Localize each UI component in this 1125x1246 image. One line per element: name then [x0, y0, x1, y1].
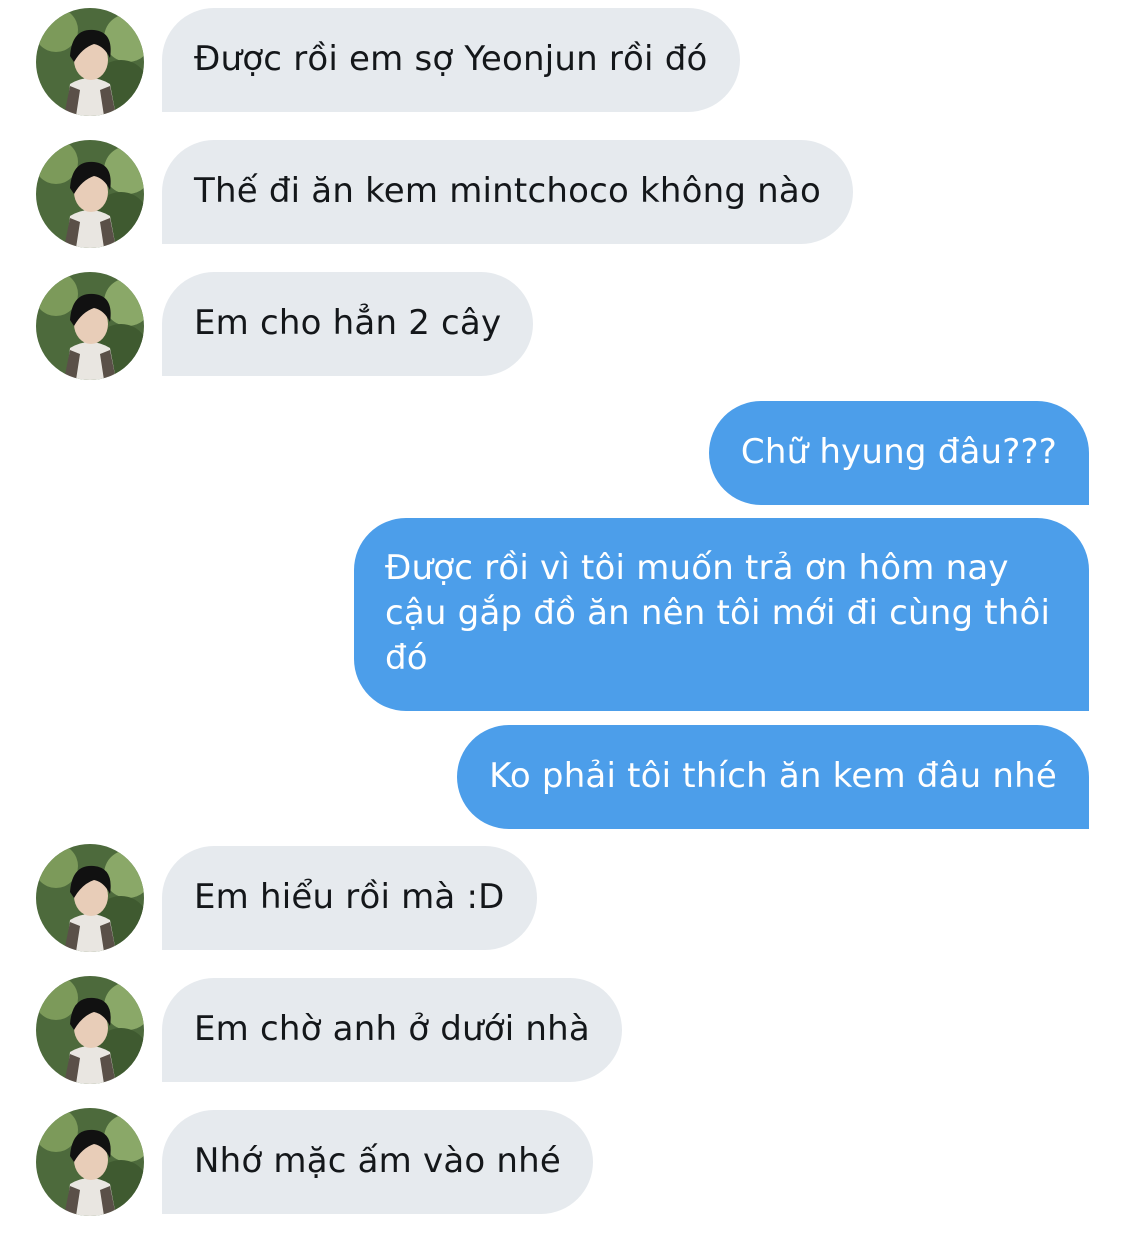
avatar-photo-icon — [36, 844, 144, 952]
contact-avatar[interactable] — [36, 140, 144, 248]
outgoing-message-bubble[interactable]: Chữ hyung đâu??? — [708, 401, 1089, 505]
contact-avatar[interactable] — [36, 1108, 144, 1216]
contact-avatar[interactable] — [36, 272, 144, 380]
incoming-message-bubble[interactable]: Em hiểu rồi mà :D — [162, 846, 537, 950]
outgoing-message-bubble[interactable]: Ko phải tôi thích ăn kem đâu nhé — [457, 725, 1089, 829]
incoming-message-bubble[interactable]: Thế đi ăn kem mintchoco không nào — [162, 140, 853, 244]
avatar-photo-icon — [36, 8, 144, 116]
contact-avatar[interactable] — [36, 844, 144, 952]
incoming-message-bubble[interactable]: Em cho hẳn 2 cây — [162, 272, 534, 376]
incoming-message-bubble[interactable]: Em chờ anh ở dưới nhà — [162, 978, 622, 1082]
contact-avatar[interactable] — [36, 8, 144, 116]
contact-avatar[interactable] — [36, 976, 144, 1084]
incoming-message-bubble[interactable]: Được rồi em sợ Yeonjun rồi đó — [162, 8, 740, 112]
avatar-photo-icon — [36, 140, 144, 248]
avatar-photo-icon — [36, 272, 144, 380]
avatar-photo-icon — [36, 976, 144, 1084]
outgoing-message-bubble[interactable]: Được rồi vì tôi muốn trả ơn hôm nay cậu … — [354, 518, 1089, 711]
avatar-photo-icon — [36, 1108, 144, 1216]
incoming-message-bubble[interactable]: Nhớ mặc ấm vào nhé — [162, 1110, 593, 1214]
